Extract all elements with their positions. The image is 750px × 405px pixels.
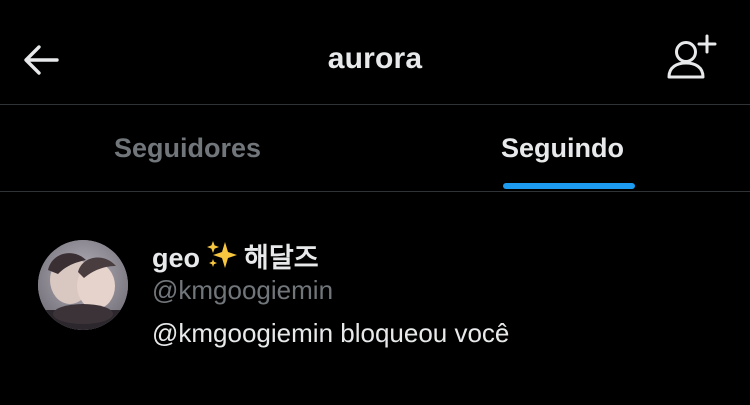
avatar-photo (38, 240, 128, 330)
add-user-icon (667, 34, 717, 79)
tab-seguindo[interactable]: Seguindo (375, 105, 750, 191)
display-name-line: geo 해달즈 (152, 236, 319, 275)
sparkles-icon (207, 241, 238, 268)
user-list-item[interactable]: geo 해달즈 @kmgoogiemin @kmgoogiemin bloque… (0, 192, 750, 372)
page-title: aurora (327, 42, 423, 75)
add-user-button[interactable] (664, 34, 720, 84)
tab-bar: Seguidores Seguindo (0, 105, 750, 191)
avatar[interactable] (38, 240, 128, 330)
active-tab-indicator (503, 183, 635, 189)
user-handle: @kmgoogiemin (152, 275, 334, 305)
tab-seguidores[interactable]: Seguidores (0, 105, 375, 191)
display-name-suffix: 해달즈 (244, 243, 319, 273)
display-name: geo (152, 243, 201, 273)
top-app-bar: aurora (0, 0, 750, 104)
user-bio: @kmgoogiemin bloqueou você (152, 318, 510, 348)
